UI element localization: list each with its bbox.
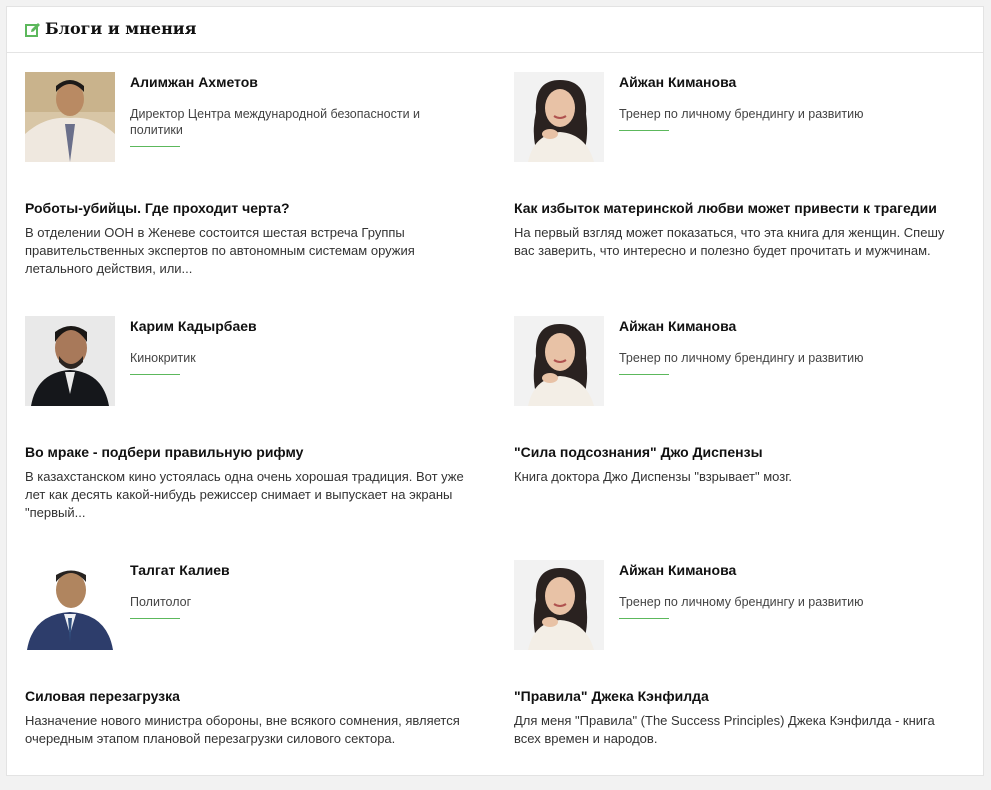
post-title[interactable]: Во мраке - подбери правильную рифму	[25, 444, 495, 460]
divider	[130, 374, 180, 375]
divider	[130, 146, 180, 147]
post-excerpt: На первый взгляд может показаться, что э…	[514, 225, 945, 258]
author-role: Тренер по личному брендингу и развитию	[619, 107, 864, 121]
blog-card: Айжан Киманова Тренер по личному брендин…	[514, 560, 984, 790]
author-role: Кинокритик	[130, 351, 196, 365]
author-name[interactable]: Карим Кадырбаев	[130, 318, 257, 334]
author-name[interactable]: Талгат Калиев	[130, 562, 230, 578]
author-role: Политолог	[130, 595, 192, 609]
author-role: Директор Центра международной безопаснос…	[130, 107, 421, 137]
author-photo[interactable]	[25, 560, 115, 650]
author-name[interactable]: Айжан Киманова	[619, 318, 736, 334]
author-photo[interactable]	[514, 560, 604, 650]
blog-card: Карим Кадырбаев Кинокритик Во мраке - по…	[25, 316, 495, 546]
author-name[interactable]: Айжан Киманова	[619, 74, 736, 90]
author-name[interactable]: Айжан Киманова	[619, 562, 736, 578]
blogs-panel: Блоги и мнения Алимжан Ахметов Директор …	[6, 6, 984, 776]
post-title[interactable]: "Правила" Джека Кэнфилда	[514, 688, 984, 704]
panel-header: Блоги и мнения	[7, 7, 983, 53]
divider	[619, 130, 669, 131]
post-excerpt: В отделении ООН в Женеве состоится шеста…	[25, 225, 415, 276]
author-photo[interactable]	[25, 72, 115, 162]
blog-card: Айжан Киманова Тренер по личному брендин…	[514, 72, 984, 302]
edit-icon	[25, 23, 40, 37]
post-title[interactable]: "Сила подсознания" Джо Диспензы	[514, 444, 984, 460]
post-excerpt: Для меня "Правила" (The Success Principl…	[514, 713, 935, 746]
author-role: Тренер по личному брендингу и развитию	[619, 351, 864, 365]
author-role: Тренер по личному брендингу и развитию	[619, 595, 864, 609]
divider	[619, 374, 669, 375]
author-name[interactable]: Алимжан Ахметов	[130, 74, 258, 90]
author-photo[interactable]	[25, 316, 115, 406]
blog-card: Айжан Киманова Тренер по личному брендин…	[514, 316, 984, 546]
post-title[interactable]: Силовая перезагрузка	[25, 688, 495, 704]
post-title[interactable]: Роботы-убийцы. Где проходит черта?	[25, 200, 495, 216]
author-photo[interactable]	[514, 316, 604, 406]
post-excerpt: Книга доктора Джо Диспензы "взрывает" мо…	[514, 469, 792, 484]
blog-card: Талгат Калиев Политолог Силовая перезагр…	[25, 560, 495, 790]
post-excerpt: Назначение нового министра обороны, вне …	[25, 713, 460, 746]
blog-card: Алимжан Ахметов Директор Центра междунар…	[25, 72, 495, 302]
author-photo[interactable]	[514, 72, 604, 162]
post-excerpt: В казахстанском кино устоялась одна очен…	[25, 469, 464, 520]
divider	[130, 618, 180, 619]
post-title[interactable]: Как избыток материнской любви может прив…	[514, 200, 984, 216]
divider	[619, 618, 669, 619]
section-title: Блоги и мнения	[45, 19, 197, 38]
